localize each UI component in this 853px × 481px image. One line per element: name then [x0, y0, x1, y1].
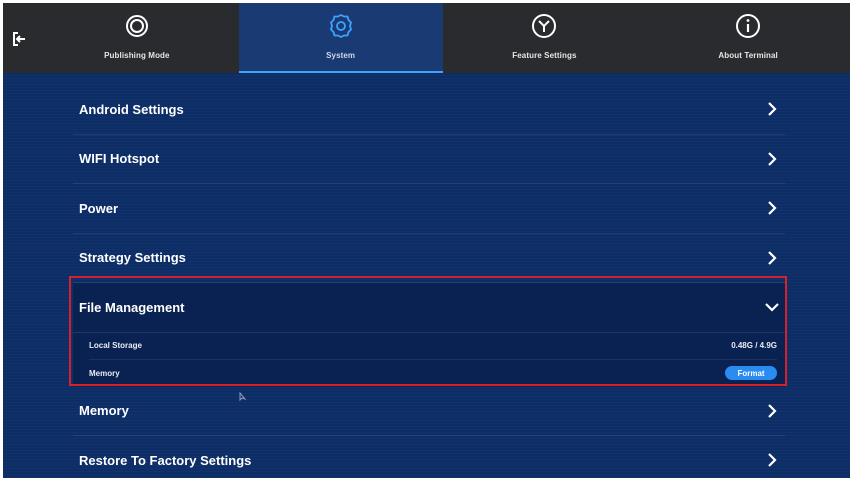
- exit-button[interactable]: [3, 3, 35, 73]
- info-icon: [733, 11, 763, 41]
- row-strategy-settings[interactable]: Strategy Settings: [73, 234, 785, 283]
- row-wifi-hotspot[interactable]: WIFI Hotspot: [73, 135, 785, 184]
- gear-icon: [326, 11, 356, 41]
- tab-label: Publishing Mode: [104, 51, 170, 60]
- tab-feature-settings[interactable]: Feature Settings: [443, 3, 647, 73]
- row-label: WIFI Hotspot: [79, 151, 160, 167]
- tab-about-terminal[interactable]: About Terminal: [646, 3, 850, 73]
- file-management-section: File Management Local Storage 0.48G / 4.…: [73, 283, 785, 387]
- settings-list: Android Settings WIFI Hotspot Power Stra…: [73, 85, 785, 478]
- row-label: Restore To Factory Settings: [79, 452, 252, 468]
- chevron-right-icon: [765, 403, 779, 418]
- tab-label: About Terminal: [718, 51, 778, 60]
- local-storage-row: Local Storage 0.48G / 4.9G: [89, 333, 777, 360]
- tab-publishing-mode[interactable]: Publishing Mode: [35, 3, 239, 73]
- tab-system[interactable]: System: [238, 3, 443, 73]
- format-button[interactable]: Format: [725, 366, 777, 380]
- row-label: Strategy Settings: [79, 250, 186, 266]
- row-label: File Management: [79, 299, 185, 315]
- y-circle-icon: [529, 11, 559, 41]
- chevron-right-icon: [765, 453, 779, 468]
- row-android-settings[interactable]: Android Settings: [73, 85, 785, 135]
- tab-label: Feature Settings: [512, 51, 577, 60]
- chevron-right-icon: [765, 102, 779, 117]
- ring-icon: [122, 11, 152, 41]
- chevron-right-icon: [765, 201, 779, 216]
- tab-label: System: [326, 51, 356, 60]
- row-label: Power: [79, 200, 119, 216]
- chevron-right-icon: [765, 250, 779, 265]
- chevron-down-icon: [765, 300, 779, 314]
- mouse-cursor-icon: [239, 389, 247, 407]
- row-memory[interactable]: Memory: [73, 387, 785, 436]
- chevron-right-icon: [765, 151, 779, 166]
- memory-format-row: Memory Format: [89, 360, 777, 387]
- app-window: Publishing Mode System Feature Settings: [3, 3, 850, 478]
- row-label: Memory: [79, 403, 129, 419]
- memory-label: Memory: [89, 368, 120, 378]
- row-restore-factory-settings[interactable]: Restore To Factory Settings: [73, 436, 785, 478]
- exit-icon: [11, 31, 27, 52]
- row-power[interactable]: Power: [73, 184, 785, 234]
- local-storage-label: Local Storage: [89, 341, 142, 350]
- top-nav-bar: Publishing Mode System Feature Settings: [3, 3, 850, 73]
- row-label: Android Settings: [79, 101, 184, 117]
- row-file-management[interactable]: File Management: [73, 283, 785, 333]
- local-storage-value: 0.48G / 4.9G: [731, 341, 777, 350]
